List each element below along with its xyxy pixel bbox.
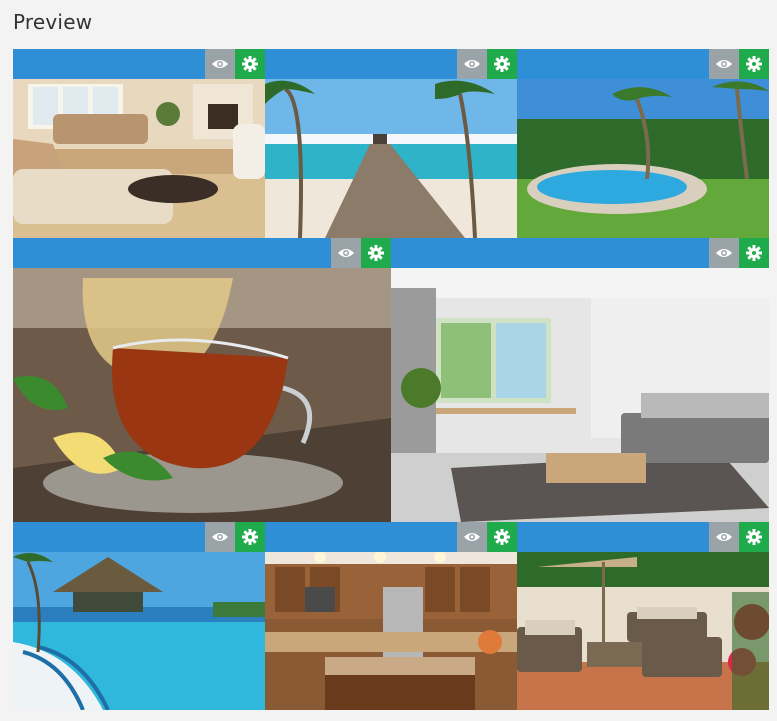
page-title: Preview: [13, 10, 93, 34]
patio-photo: [517, 552, 769, 710]
pool-garden-photo: [517, 79, 769, 238]
eye-icon: [212, 533, 228, 541]
gear-icon: [242, 56, 258, 72]
gallery-tile-pool-garden[interactable]: [517, 49, 769, 238]
view-button[interactable]: [205, 49, 235, 79]
settings-button[interactable]: [739, 49, 769, 79]
view-button[interactable]: [457, 49, 487, 79]
modern-interior-photo: [391, 268, 769, 522]
settings-button[interactable]: [235, 49, 265, 79]
gear-icon: [746, 245, 762, 261]
kitchen-photo: [265, 552, 517, 710]
gear-icon: [494, 529, 510, 545]
living-room-photo: [13, 79, 265, 238]
gallery-tile-patio[interactable]: [517, 522, 769, 710]
view-button[interactable]: [205, 522, 235, 552]
gallery-tile-beach-pier[interactable]: [265, 49, 517, 238]
gear-icon: [494, 56, 510, 72]
view-button[interactable]: [709, 49, 739, 79]
gear-icon: [746, 529, 762, 545]
eye-icon: [338, 249, 354, 257]
eye-icon: [716, 533, 732, 541]
gallery-tile-tea-cup[interactable]: [13, 238, 391, 522]
settings-button[interactable]: [487, 522, 517, 552]
resort-pool-photo: [13, 552, 265, 710]
eye-icon: [464, 533, 480, 541]
gallery-tile-resort-pool[interactable]: [13, 522, 265, 710]
eye-icon: [716, 249, 732, 257]
settings-button[interactable]: [487, 49, 517, 79]
gallery-tile-living-room[interactable]: [13, 49, 265, 238]
view-button[interactable]: [709, 238, 739, 268]
view-button[interactable]: [457, 522, 487, 552]
gallery-tile-modern-interior[interactable]: [391, 238, 769, 522]
eye-icon: [716, 60, 732, 68]
gear-icon: [368, 245, 384, 261]
gear-icon: [746, 56, 762, 72]
image-gallery: [13, 49, 769, 710]
settings-button[interactable]: [739, 238, 769, 268]
gear-icon: [242, 529, 258, 545]
view-button[interactable]: [331, 238, 361, 268]
view-button[interactable]: [709, 522, 739, 552]
eye-icon: [464, 60, 480, 68]
gallery-tile-kitchen[interactable]: [265, 522, 517, 710]
settings-button[interactable]: [361, 238, 391, 268]
eye-icon: [212, 60, 228, 68]
tea-cup-photo: [13, 268, 391, 522]
settings-button[interactable]: [235, 522, 265, 552]
beach-pier-photo: [265, 79, 517, 238]
settings-button[interactable]: [739, 522, 769, 552]
